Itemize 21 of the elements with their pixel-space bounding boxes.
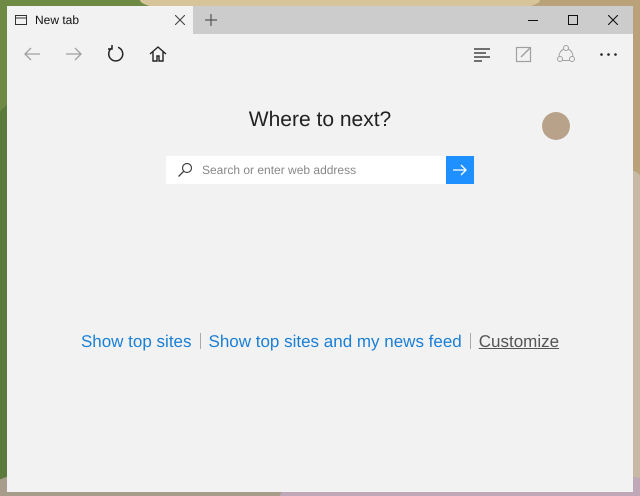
close-icon xyxy=(608,15,618,25)
customize-link[interactable]: Customize xyxy=(478,328,560,354)
plus-icon xyxy=(205,14,217,26)
more-icon xyxy=(600,52,616,56)
page-icon xyxy=(15,15,27,25)
home-icon xyxy=(148,44,168,64)
text-link[interactable]: Show top sites and my news feed xyxy=(208,328,462,354)
arrow-icon xyxy=(453,164,467,176)
text-link[interactable]: Show top sites xyxy=(80,328,192,354)
avatar xyxy=(542,112,570,140)
search-field[interactable]: Search or enter web address xyxy=(166,156,446,184)
browser-tab[interactable]: New tab xyxy=(7,6,193,34)
refresh-icon xyxy=(106,44,126,64)
tab-title: New tab xyxy=(35,12,80,29)
pen-icon xyxy=(514,44,534,64)
maximize-icon xyxy=(568,15,578,25)
close-icon[interactable] xyxy=(175,15,185,25)
share-icon xyxy=(556,44,576,64)
go-button[interactable] xyxy=(446,156,474,184)
search-icon xyxy=(177,162,193,178)
page-heading: Where to next? xyxy=(248,107,392,133)
